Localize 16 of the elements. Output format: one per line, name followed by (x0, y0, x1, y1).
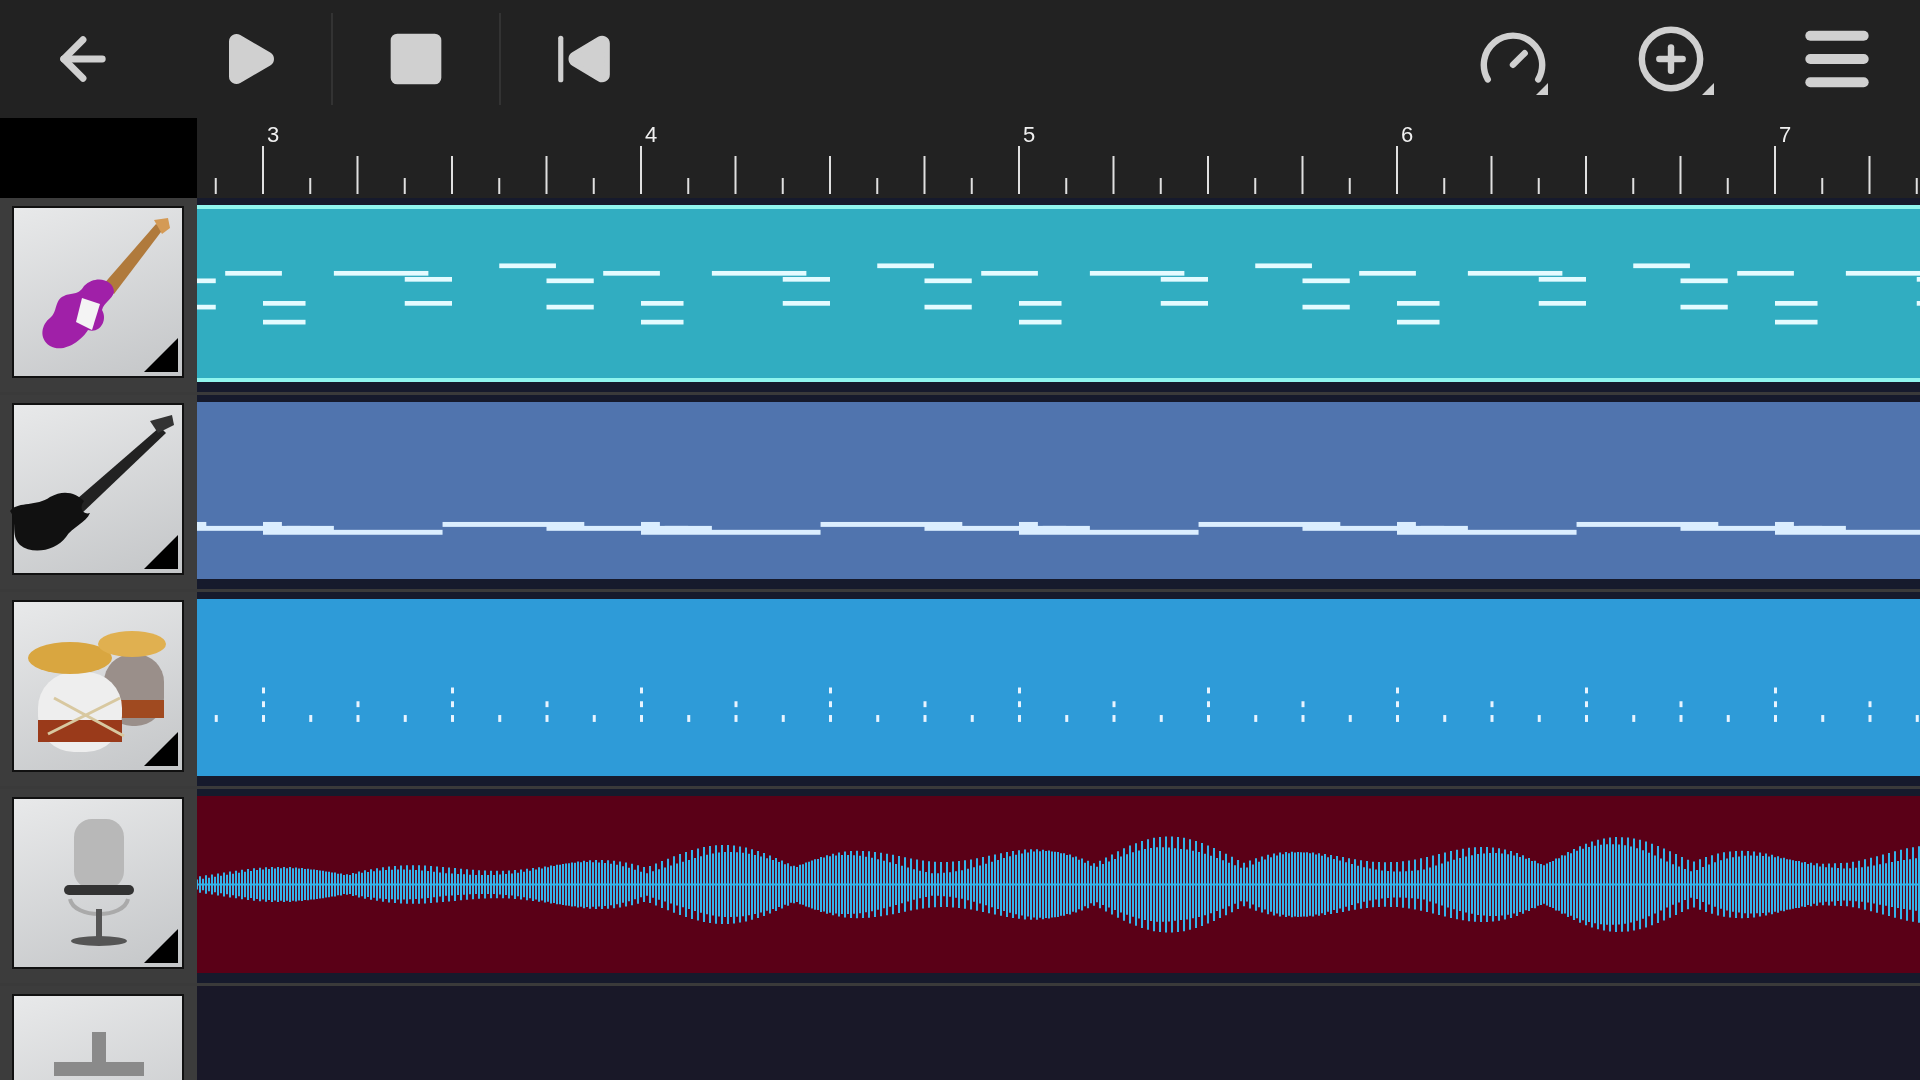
midi-clip[interactable] (197, 402, 1920, 579)
bar-number: 4 (645, 122, 658, 147)
instrument-tile[interactable] (12, 206, 184, 378)
bar-number: 7 (1779, 122, 1792, 147)
instrument-tile[interactable] (12, 797, 184, 969)
audio-clip[interactable] (197, 796, 1920, 973)
bar-number: 5 (1023, 122, 1036, 147)
midi-clip[interactable] (197, 599, 1920, 776)
dropdown-corner-icon (1536, 83, 1548, 95)
dropdown-corner-icon (1702, 83, 1714, 95)
midi-clip[interactable] (197, 205, 1920, 382)
bar-number: 6 (1401, 122, 1414, 147)
plus-circle-icon (1636, 24, 1706, 94)
instrument-tile[interactable] (12, 403, 184, 575)
bar-number: 3 (267, 122, 280, 147)
instrument-tile[interactable] (12, 600, 184, 772)
